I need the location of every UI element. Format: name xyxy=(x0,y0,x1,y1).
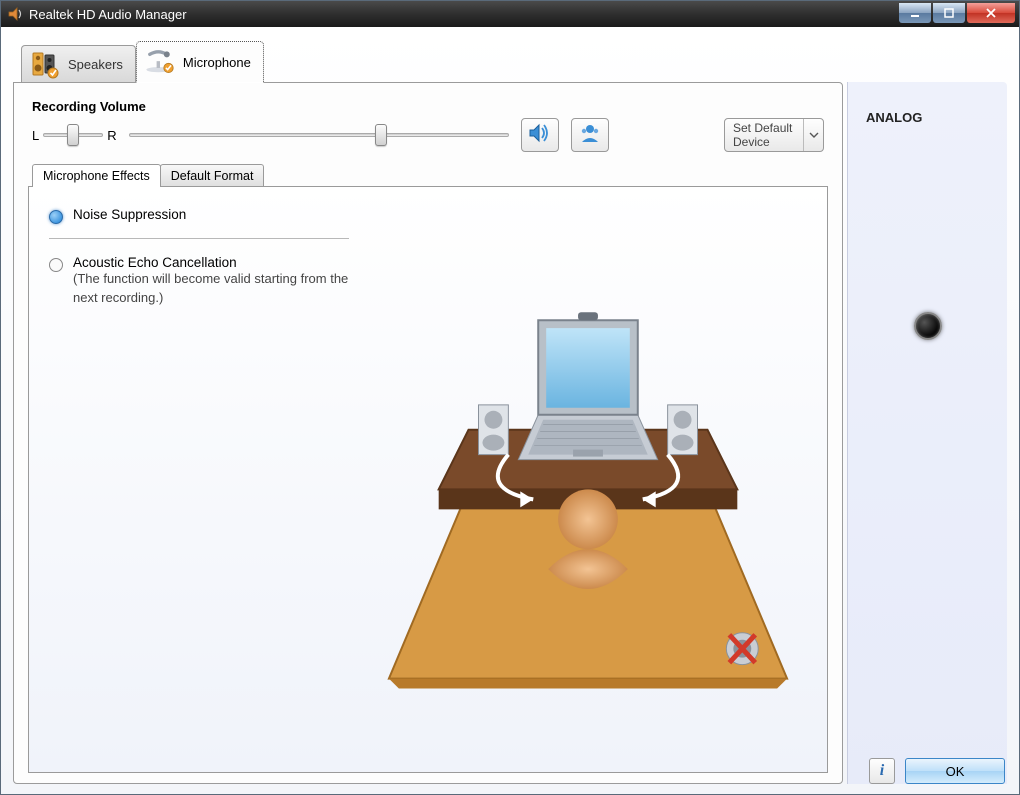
echo-illustration xyxy=(369,197,807,752)
subtab-default-format[interactable]: Default Format xyxy=(160,164,265,187)
content-row: Recording Volume L R xyxy=(13,83,1007,784)
app-window: Realtek HD Audio Manager xyxy=(0,0,1020,795)
subtab-row: Microphone Effects Default Format xyxy=(32,164,828,187)
analog-panel: ANALOG xyxy=(847,82,1007,784)
noise-suppression-option[interactable]: Noise Suppression xyxy=(49,207,349,224)
radio-unselected-icon xyxy=(49,258,63,272)
echo-cancellation-option[interactable]: Acoustic Echo Cancellation (The function… xyxy=(49,255,349,308)
minimize-button[interactable] xyxy=(899,3,931,23)
radio-selected-icon xyxy=(49,210,63,224)
recording-volume-slider[interactable] xyxy=(129,126,509,144)
balance-left-label: L xyxy=(32,128,39,143)
close-button[interactable] xyxy=(967,3,1015,23)
titlebar: Realtek HD Audio Manager xyxy=(1,1,1019,27)
tab-microphone-label: Microphone xyxy=(183,55,251,70)
ok-button[interactable]: OK xyxy=(905,758,1005,784)
bottom-bar: i OK xyxy=(869,758,1005,784)
echo-cancellation-text: Acoustic Echo Cancellation (The function… xyxy=(73,255,349,308)
tab-speakers[interactable]: Speakers xyxy=(21,45,136,83)
mic-person-icon xyxy=(578,122,602,149)
chevron-down-icon[interactable] xyxy=(803,119,823,151)
balance-slider[interactable] xyxy=(43,126,103,144)
info-icon: i xyxy=(880,762,884,780)
info-button[interactable]: i xyxy=(869,758,895,784)
microphone-icon xyxy=(143,47,177,77)
app-icon xyxy=(5,6,25,22)
speakers-icon xyxy=(28,50,62,80)
recording-volume-title: Recording Volume xyxy=(32,99,828,114)
balance-slider-thumb[interactable] xyxy=(67,124,79,146)
recording-volume-thumb[interactable] xyxy=(375,124,387,146)
main-panel: Recording Volume L R xyxy=(13,82,843,784)
set-default-device-dropdown[interactable]: Set Default Device xyxy=(724,118,824,152)
echo-cancellation-desc: (The function will become valid starting… xyxy=(73,271,348,305)
balance-right-label: R xyxy=(107,128,116,143)
analog-label: ANALOG xyxy=(866,110,922,125)
recording-volume-row: L R xyxy=(28,118,828,160)
mic-boost-button[interactable] xyxy=(571,118,609,152)
tab-microphone[interactable]: Microphone xyxy=(136,41,264,83)
subpanel-effects: Noise Suppression Acoustic Echo Cancella… xyxy=(28,186,828,773)
balance-group: L R xyxy=(32,126,117,144)
effects-column: Noise Suppression Acoustic Echo Cancella… xyxy=(49,207,349,752)
window-title: Realtek HD Audio Manager xyxy=(29,7,897,22)
echo-cancellation-title: Acoustic Echo Cancellation xyxy=(73,255,237,270)
speaker-sound-icon xyxy=(528,122,552,149)
noise-suppression-label: Noise Suppression xyxy=(73,207,186,222)
content-area: Speakers Microphone xyxy=(1,27,1019,794)
analog-jack-indicator[interactable] xyxy=(914,312,942,340)
set-default-device-label: Set Default Device xyxy=(725,119,803,151)
maximize-button[interactable] xyxy=(933,3,965,23)
device-tabs: Speakers Microphone xyxy=(21,37,1007,83)
tab-speakers-label: Speakers xyxy=(68,57,123,72)
mute-speaker-button[interactable] xyxy=(521,118,559,152)
effects-divider xyxy=(49,238,349,239)
subtab-mic-effects[interactable]: Microphone Effects xyxy=(32,164,161,187)
window-controls xyxy=(897,3,1015,23)
